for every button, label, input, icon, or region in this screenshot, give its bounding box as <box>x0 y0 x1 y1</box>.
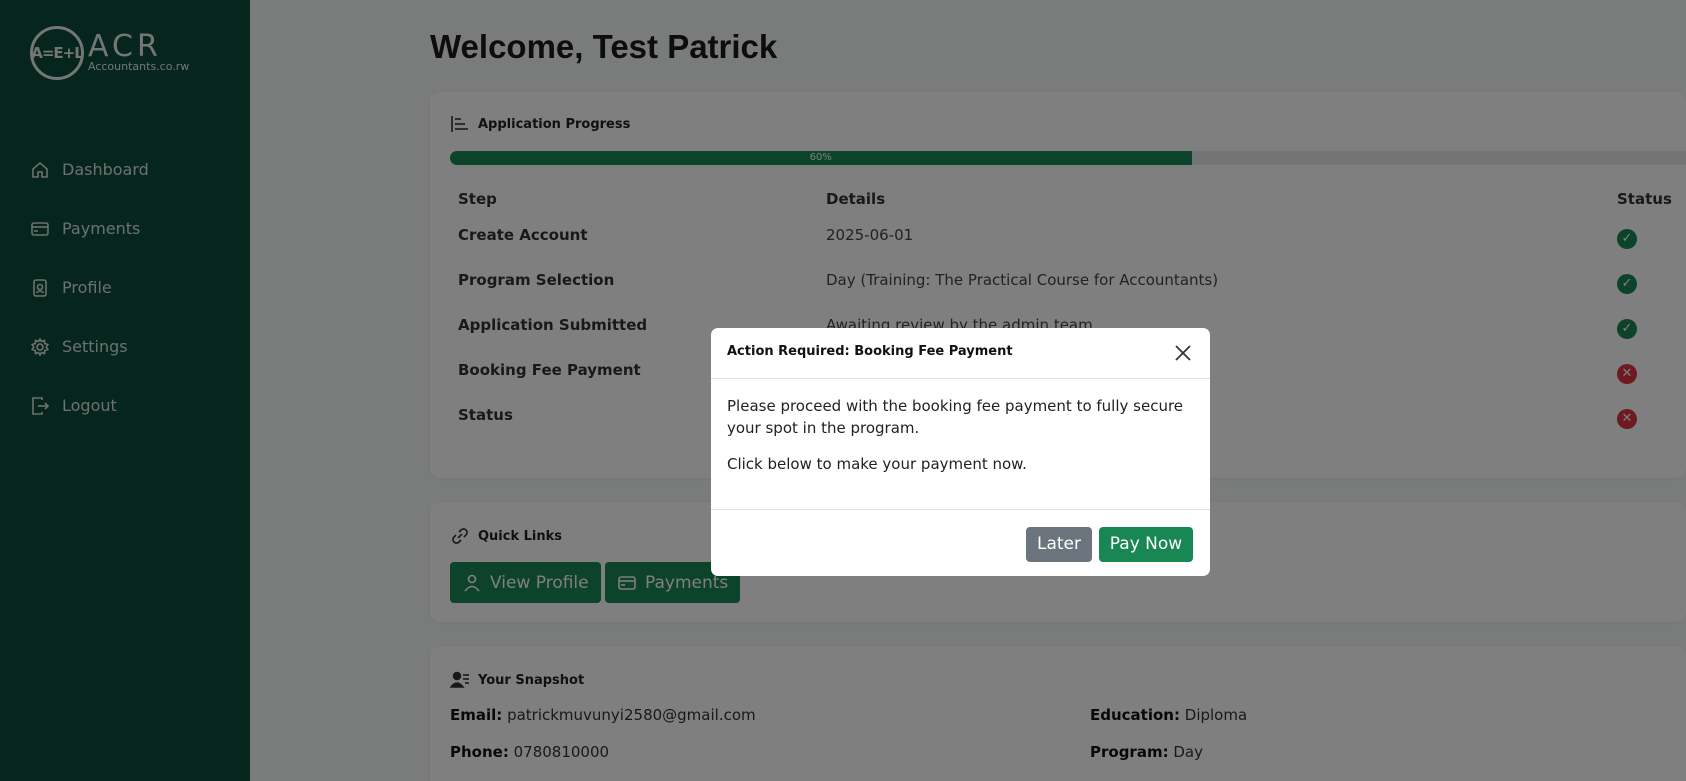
modal-title: Action Required: Booking Fee Payment <box>727 344 1013 359</box>
modal-footer: Later Pay Now <box>711 510 1210 576</box>
close-button[interactable] <box>1172 342 1194 364</box>
pay-now-button[interactable]: Pay Now <box>1099 527 1193 562</box>
close-icon <box>1175 345 1191 361</box>
modal-body: Please proceed with the booking fee paym… <box>711 379 1210 510</box>
modal-instruction: Click below to make your payment now. <box>727 455 1027 473</box>
booking-fee-modal: Action Required: Booking Fee Payment Ple… <box>711 328 1210 576</box>
later-button[interactable]: Later <box>1026 527 1092 562</box>
modal-message: Please proceed with the booking fee paym… <box>727 397 1184 437</box>
modal-header: Action Required: Booking Fee Payment <box>711 328 1210 379</box>
